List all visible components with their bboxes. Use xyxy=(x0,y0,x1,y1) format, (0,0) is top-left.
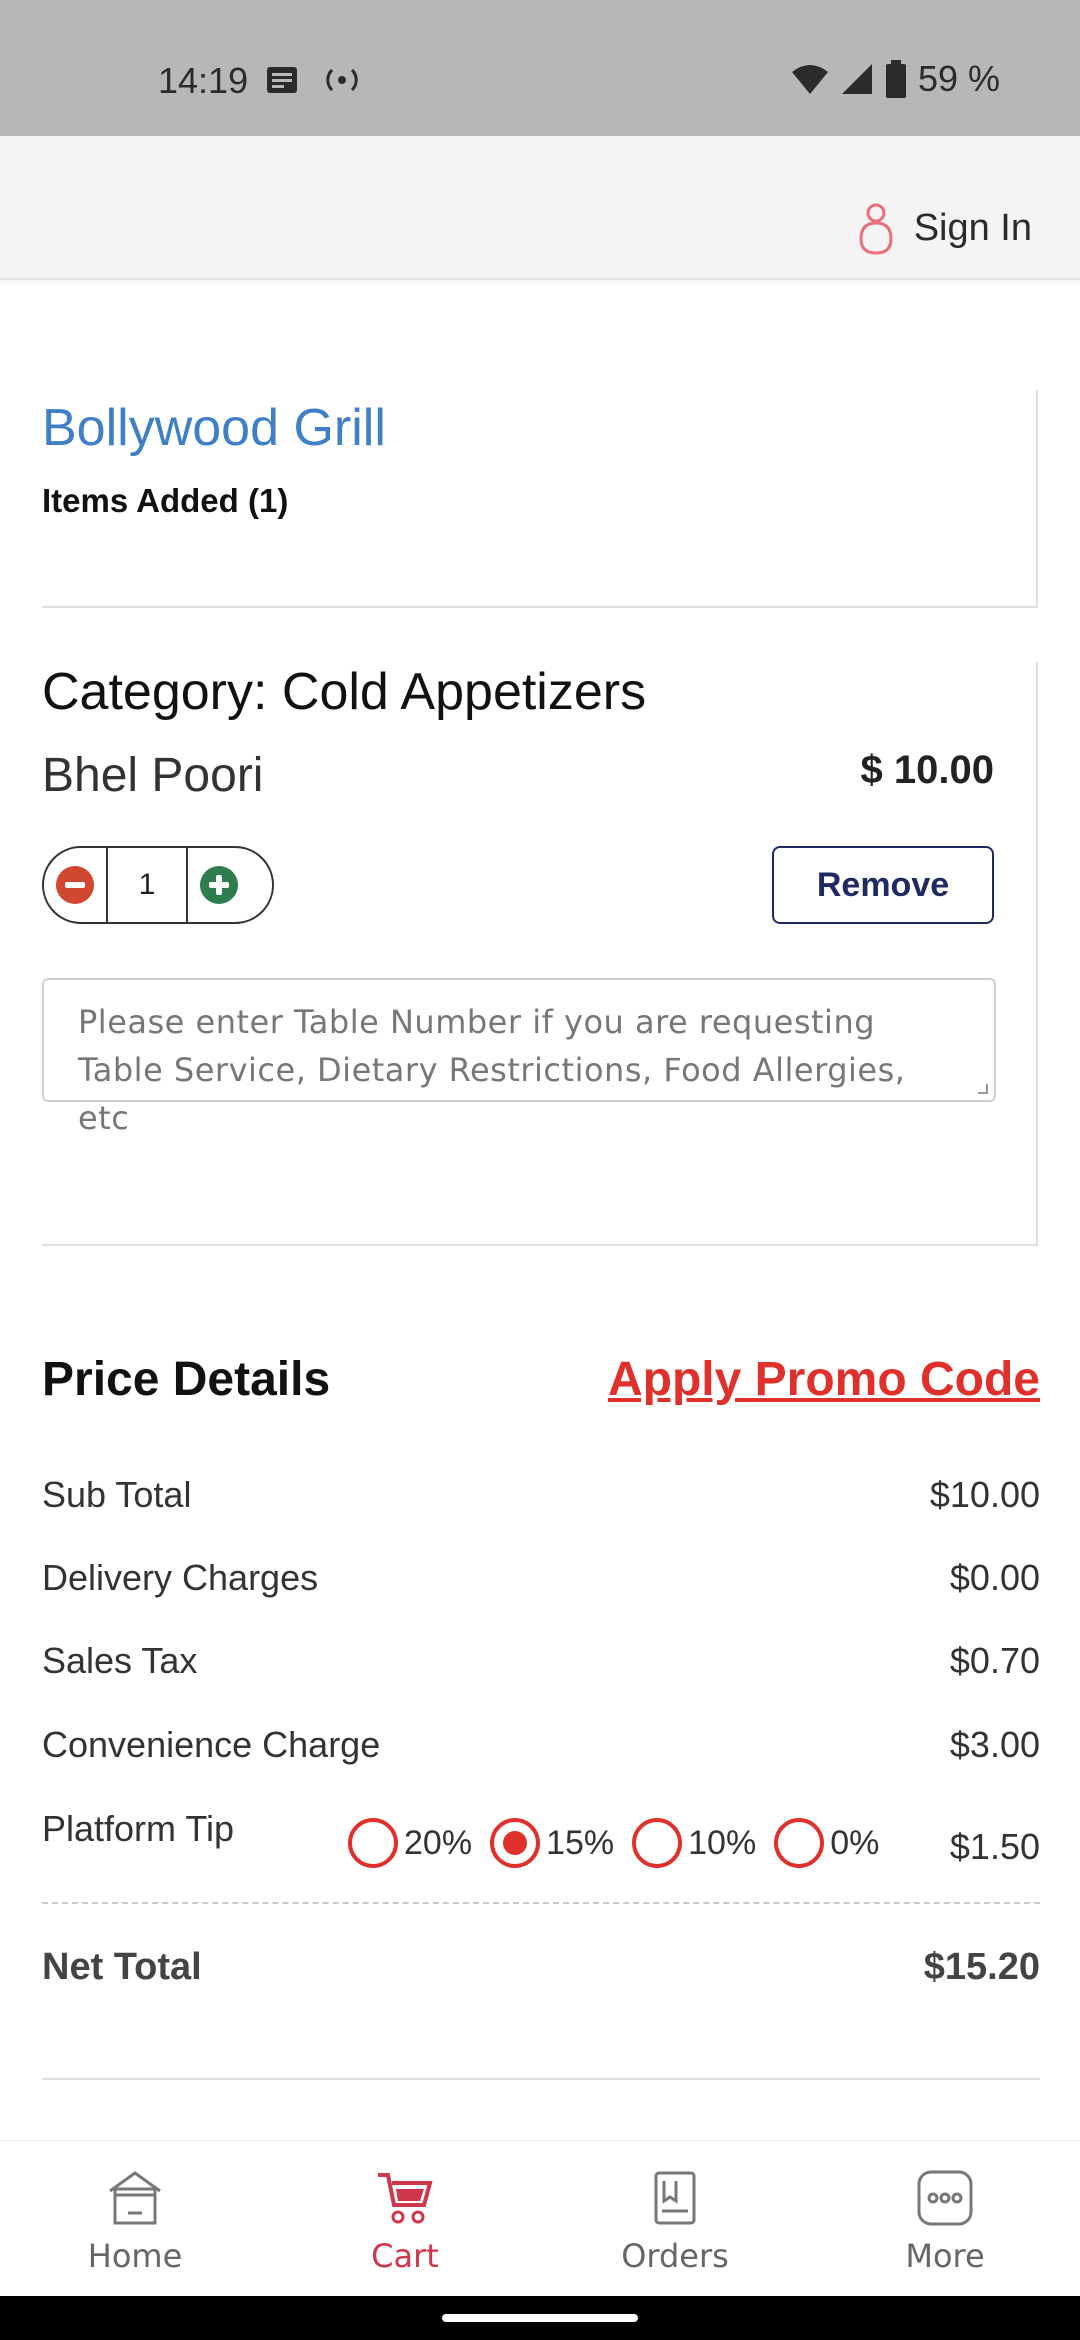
nav-label: More xyxy=(905,2237,985,2275)
tip-option-15[interactable]: 15% xyxy=(490,1818,614,1868)
radio-button[interactable] xyxy=(632,1818,683,1868)
status-bar: 14:19 59 % xyxy=(0,0,1080,136)
nav-cart[interactable]: Cart xyxy=(270,2141,540,2296)
nav-label: Home xyxy=(87,2237,183,2275)
home-gesture-handle[interactable] xyxy=(442,2314,638,2322)
price-value: $10.00 xyxy=(929,1474,1040,1515)
cart-item-card: Category: Cold Appetizers Bhel Poori $ 1… xyxy=(42,662,1038,1246)
radio-button-selected[interactable] xyxy=(490,1818,541,1868)
tip-option-label: 10% xyxy=(688,1823,757,1862)
price-value: $0.00 xyxy=(949,1557,1040,1598)
battery-icon xyxy=(885,60,906,98)
price-row-convenience-charge: Convenience Charge $3.00 xyxy=(42,1724,1040,1784)
radio-button[interactable] xyxy=(348,1818,398,1868)
platform-tip-row: Platform Tip 20% 15% 10% 0% $1.50 xyxy=(42,1808,1040,1878)
battery-percentage: 59 % xyxy=(917,58,1000,99)
tip-option-label: 15% xyxy=(546,1823,615,1862)
special-instructions-field[interactable]: Please enter Table Number if you are req… xyxy=(42,978,996,1137)
restaurant-card: Bollywood Grill Items Added (1) xyxy=(42,390,1038,608)
price-label: Sales Tax xyxy=(42,1640,198,1681)
net-total-row: Net Total $15.20 xyxy=(42,1946,1040,2006)
restaurant-name[interactable]: Bollywood Grill xyxy=(42,398,386,458)
remove-item-button[interactable]: Remove xyxy=(772,846,994,924)
net-total-value: $15.20 xyxy=(923,1946,1040,1988)
cart-icon xyxy=(378,2173,433,2224)
sign-in-button[interactable]: Sign In xyxy=(856,198,1032,258)
more-icon xyxy=(917,2170,973,2226)
price-row-sub-total: Sub Total $10.00 xyxy=(42,1474,1040,1534)
divider xyxy=(42,2078,1040,2080)
price-label: Sub Total xyxy=(42,1474,192,1515)
item-price: $ 10.00 xyxy=(860,748,994,792)
resize-handle[interactable] xyxy=(978,1084,988,1094)
nav-home[interactable]: Home xyxy=(0,2141,270,2296)
plus-icon xyxy=(200,866,238,904)
bottom-navigation: Home Cart Orders More xyxy=(0,2140,1080,2296)
sign-in-label: Sign In xyxy=(913,206,1032,249)
price-row-sales-tax: Sales Tax $0.70 xyxy=(42,1640,1040,1700)
gesture-bar xyxy=(0,2296,1080,2340)
tip-options: 20% 15% 10% 0% xyxy=(348,1818,879,1868)
minus-icon xyxy=(56,866,94,904)
platform-tip-label: Platform Tip xyxy=(42,1808,235,1849)
signal-icon xyxy=(841,64,872,94)
item-name: Bhel Poori xyxy=(42,749,264,802)
price-details-title: Price Details xyxy=(42,1353,331,1406)
platform-tip-value: $1.50 xyxy=(949,1826,1040,1867)
quantity-stepper: 1 xyxy=(42,846,274,924)
net-total-label: Net Total xyxy=(42,1946,202,1988)
orders-icon xyxy=(654,2171,696,2225)
user-icon xyxy=(859,203,893,255)
divider xyxy=(42,1902,1040,1904)
price-value: $0.70 xyxy=(949,1640,1040,1681)
radio-button[interactable] xyxy=(774,1818,825,1868)
price-label: Convenience Charge xyxy=(42,1724,381,1765)
hotspot-icon xyxy=(326,68,358,92)
price-label: Delivery Charges xyxy=(42,1557,319,1598)
decrease-quantity-button[interactable] xyxy=(44,848,106,922)
quantity-value: 1 xyxy=(106,848,188,922)
nav-more[interactable]: More xyxy=(810,2141,1080,2296)
special-instructions-placeholder: Please enter Table Number if you are req… xyxy=(78,1003,906,1137)
app-header: Sign In xyxy=(0,136,1080,280)
wifi-icon xyxy=(791,65,828,94)
tip-option-20[interactable]: 20% xyxy=(348,1818,472,1868)
tip-option-label: 0% xyxy=(830,1823,880,1862)
item-category: Category: Cold Appetizers xyxy=(42,663,647,721)
items-added-count: Items Added (1) xyxy=(42,482,289,519)
nav-label: Cart xyxy=(371,2237,439,2275)
nav-label: Orders xyxy=(621,2237,729,2275)
increase-quantity-button[interactable] xyxy=(188,848,250,922)
price-value: $3.00 xyxy=(949,1724,1040,1765)
price-row-delivery-charges: Delivery Charges $0.00 xyxy=(42,1557,1040,1617)
home-icon xyxy=(109,2171,161,2225)
nav-orders[interactable]: Orders xyxy=(540,2141,810,2296)
status-time: 14:19 xyxy=(158,60,249,101)
apply-promo-code-link[interactable]: Apply Promo Code xyxy=(608,1352,1040,1407)
tip-option-0[interactable]: 0% xyxy=(774,1818,879,1868)
notification-icon xyxy=(267,67,297,93)
tip-option-10[interactable]: 10% xyxy=(632,1818,756,1868)
tip-option-label: 20% xyxy=(404,1823,473,1862)
